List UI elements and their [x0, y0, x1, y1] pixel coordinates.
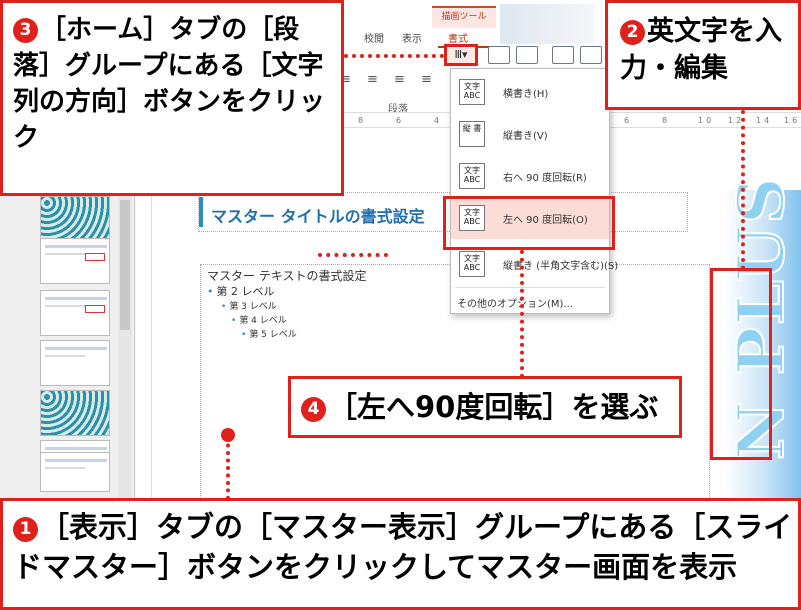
callout-step-3: 3 ［ホーム］タブの［段落］グループにある［文字列の方向］ボタンをクリック — [0, 0, 344, 196]
callout-4-text: ［左へ90度回転］を選ぶ — [328, 390, 659, 424]
callout-3-text: ［ホーム］タブの［段落］グループにある［文字列の方向］ボタンをクリック — [13, 15, 326, 153]
ruler-number: 16 — [784, 116, 801, 125]
menu-item-vertical-halfwidth[interactable]: 文字 ABC 縦書き (半角文字含む)(S) — [451, 245, 618, 285]
highlight-rotate-left — [443, 196, 615, 250]
menu-more-options[interactable]: その他のオプション(M)... — [457, 295, 573, 310]
shape-icon[interactable] — [552, 46, 574, 64]
ribbon-banner-image — [500, 4, 595, 44]
connector-line — [741, 110, 745, 270]
ruler-number: 10 — [698, 116, 715, 125]
ruler-number: 14 — [756, 116, 773, 125]
slide-thumbnail[interactable] — [40, 290, 110, 336]
drawing-tools-header: 描画ツール — [432, 6, 496, 28]
connector-line — [344, 54, 444, 58]
text-direction-button[interactable]: Ⅲ▾ — [444, 44, 478, 66]
menu-item-vertical[interactable]: 縦 書 縦書き(V) — [451, 115, 609, 155]
callout-1-text: ［表示］タブの［マスター表示］グループにある［スライドマスター］ボタンをクリック… — [13, 510, 793, 585]
connector-line — [226, 436, 230, 500]
body-level-4: • 第 4 レベル — [231, 316, 287, 326]
callout-step-2: 2 英文字を入力・編集 — [605, 0, 801, 110]
connector-dot — [221, 428, 235, 442]
title-accent-bar — [199, 197, 203, 227]
paragraph-align-icons[interactable]: ≡ ≡ ≡ ≡ — [340, 72, 438, 87]
ruler-number: 8 — [358, 116, 367, 125]
rotate-right-text-icon: 文字 ABC — [459, 163, 485, 189]
text-direction-menu: 文字 ABC 横書き(H) 縦 書 縦書き(V) 文字 ABC 右へ 90 度回… — [450, 68, 618, 314]
body-level-2-text: 第 2 レベル — [216, 285, 275, 298]
body-level-3-text: 第 3 レベル — [229, 302, 277, 312]
body-level-3: • 第 3 レベル — [221, 302, 277, 312]
callout-2-text: 英文字を入力・編集 — [620, 16, 782, 85]
body-level-5: • 第 5 レベル — [241, 330, 297, 340]
step-number-3: 3 — [13, 18, 38, 43]
connector-line — [318, 253, 388, 257]
vertical-text-icon: 縦 書 — [459, 121, 485, 147]
scrollbar-thumb[interactable] — [120, 200, 130, 330]
fill-icon[interactable] — [580, 46, 602, 64]
vertical-halfwidth-text-icon: 文字 ABC — [459, 251, 485, 277]
slide-thumbnail[interactable] — [40, 238, 110, 284]
highlight-vertical-text — [710, 268, 772, 460]
callout-step-4: 4 ［左へ90度回転］を選ぶ — [288, 376, 682, 438]
tab-review[interactable]: 校閲 — [364, 30, 384, 45]
menu-item-label: 右へ 90 度回転(R) — [503, 173, 587, 184]
shape-icon[interactable] — [488, 46, 510, 64]
body-level-1: マスター テキストの書式設定 — [207, 269, 367, 283]
horizontal-text-icon: 文字 ABC — [459, 79, 485, 105]
menu-item-rotate-right[interactable]: 文字 ABC 右へ 90 度回転(R) — [451, 157, 609, 197]
step-number-4: 4 — [301, 397, 326, 422]
step-number-1: 1 — [13, 517, 38, 542]
ruler-number: 6 — [396, 116, 405, 125]
ruler-number: 4 — [434, 116, 443, 125]
ruler-number: 6 — [624, 116, 633, 125]
body-level-5-text: 第 5 レベル — [249, 330, 297, 340]
slide-thumbnail[interactable] — [40, 340, 110, 386]
menu-separator — [455, 287, 605, 288]
callout-step-1: 1 ［表示］タブの［マスター表示］グループにある［スライドマスター］ボタンをクリッ… — [0, 498, 801, 610]
slide-thumbnail[interactable] — [40, 196, 110, 242]
tab-view[interactable]: 表示 — [402, 30, 422, 45]
menu-item-label: 横書き(H) — [503, 89, 549, 100]
connector-line — [520, 250, 524, 378]
menu-item-label: 縦書き(V) — [503, 131, 548, 142]
slide-thumbnail[interactable] — [40, 390, 110, 436]
body-level-4-text: 第 4 レベル — [239, 316, 287, 326]
title-text: マスター タイトルの書式設定 — [211, 207, 425, 226]
body-level-2: • 第 2 レベル — [207, 285, 275, 298]
slide-thumbnail[interactable] — [40, 452, 110, 492]
menu-item-horizontal[interactable]: 文字 ABC 横書き(H) — [451, 73, 609, 113]
ruler-number: 8 — [662, 116, 671, 125]
shape-icon[interactable] — [516, 46, 538, 64]
tab-format[interactable]: 書式 — [448, 30, 468, 45]
step-number-2: 2 — [620, 20, 645, 45]
